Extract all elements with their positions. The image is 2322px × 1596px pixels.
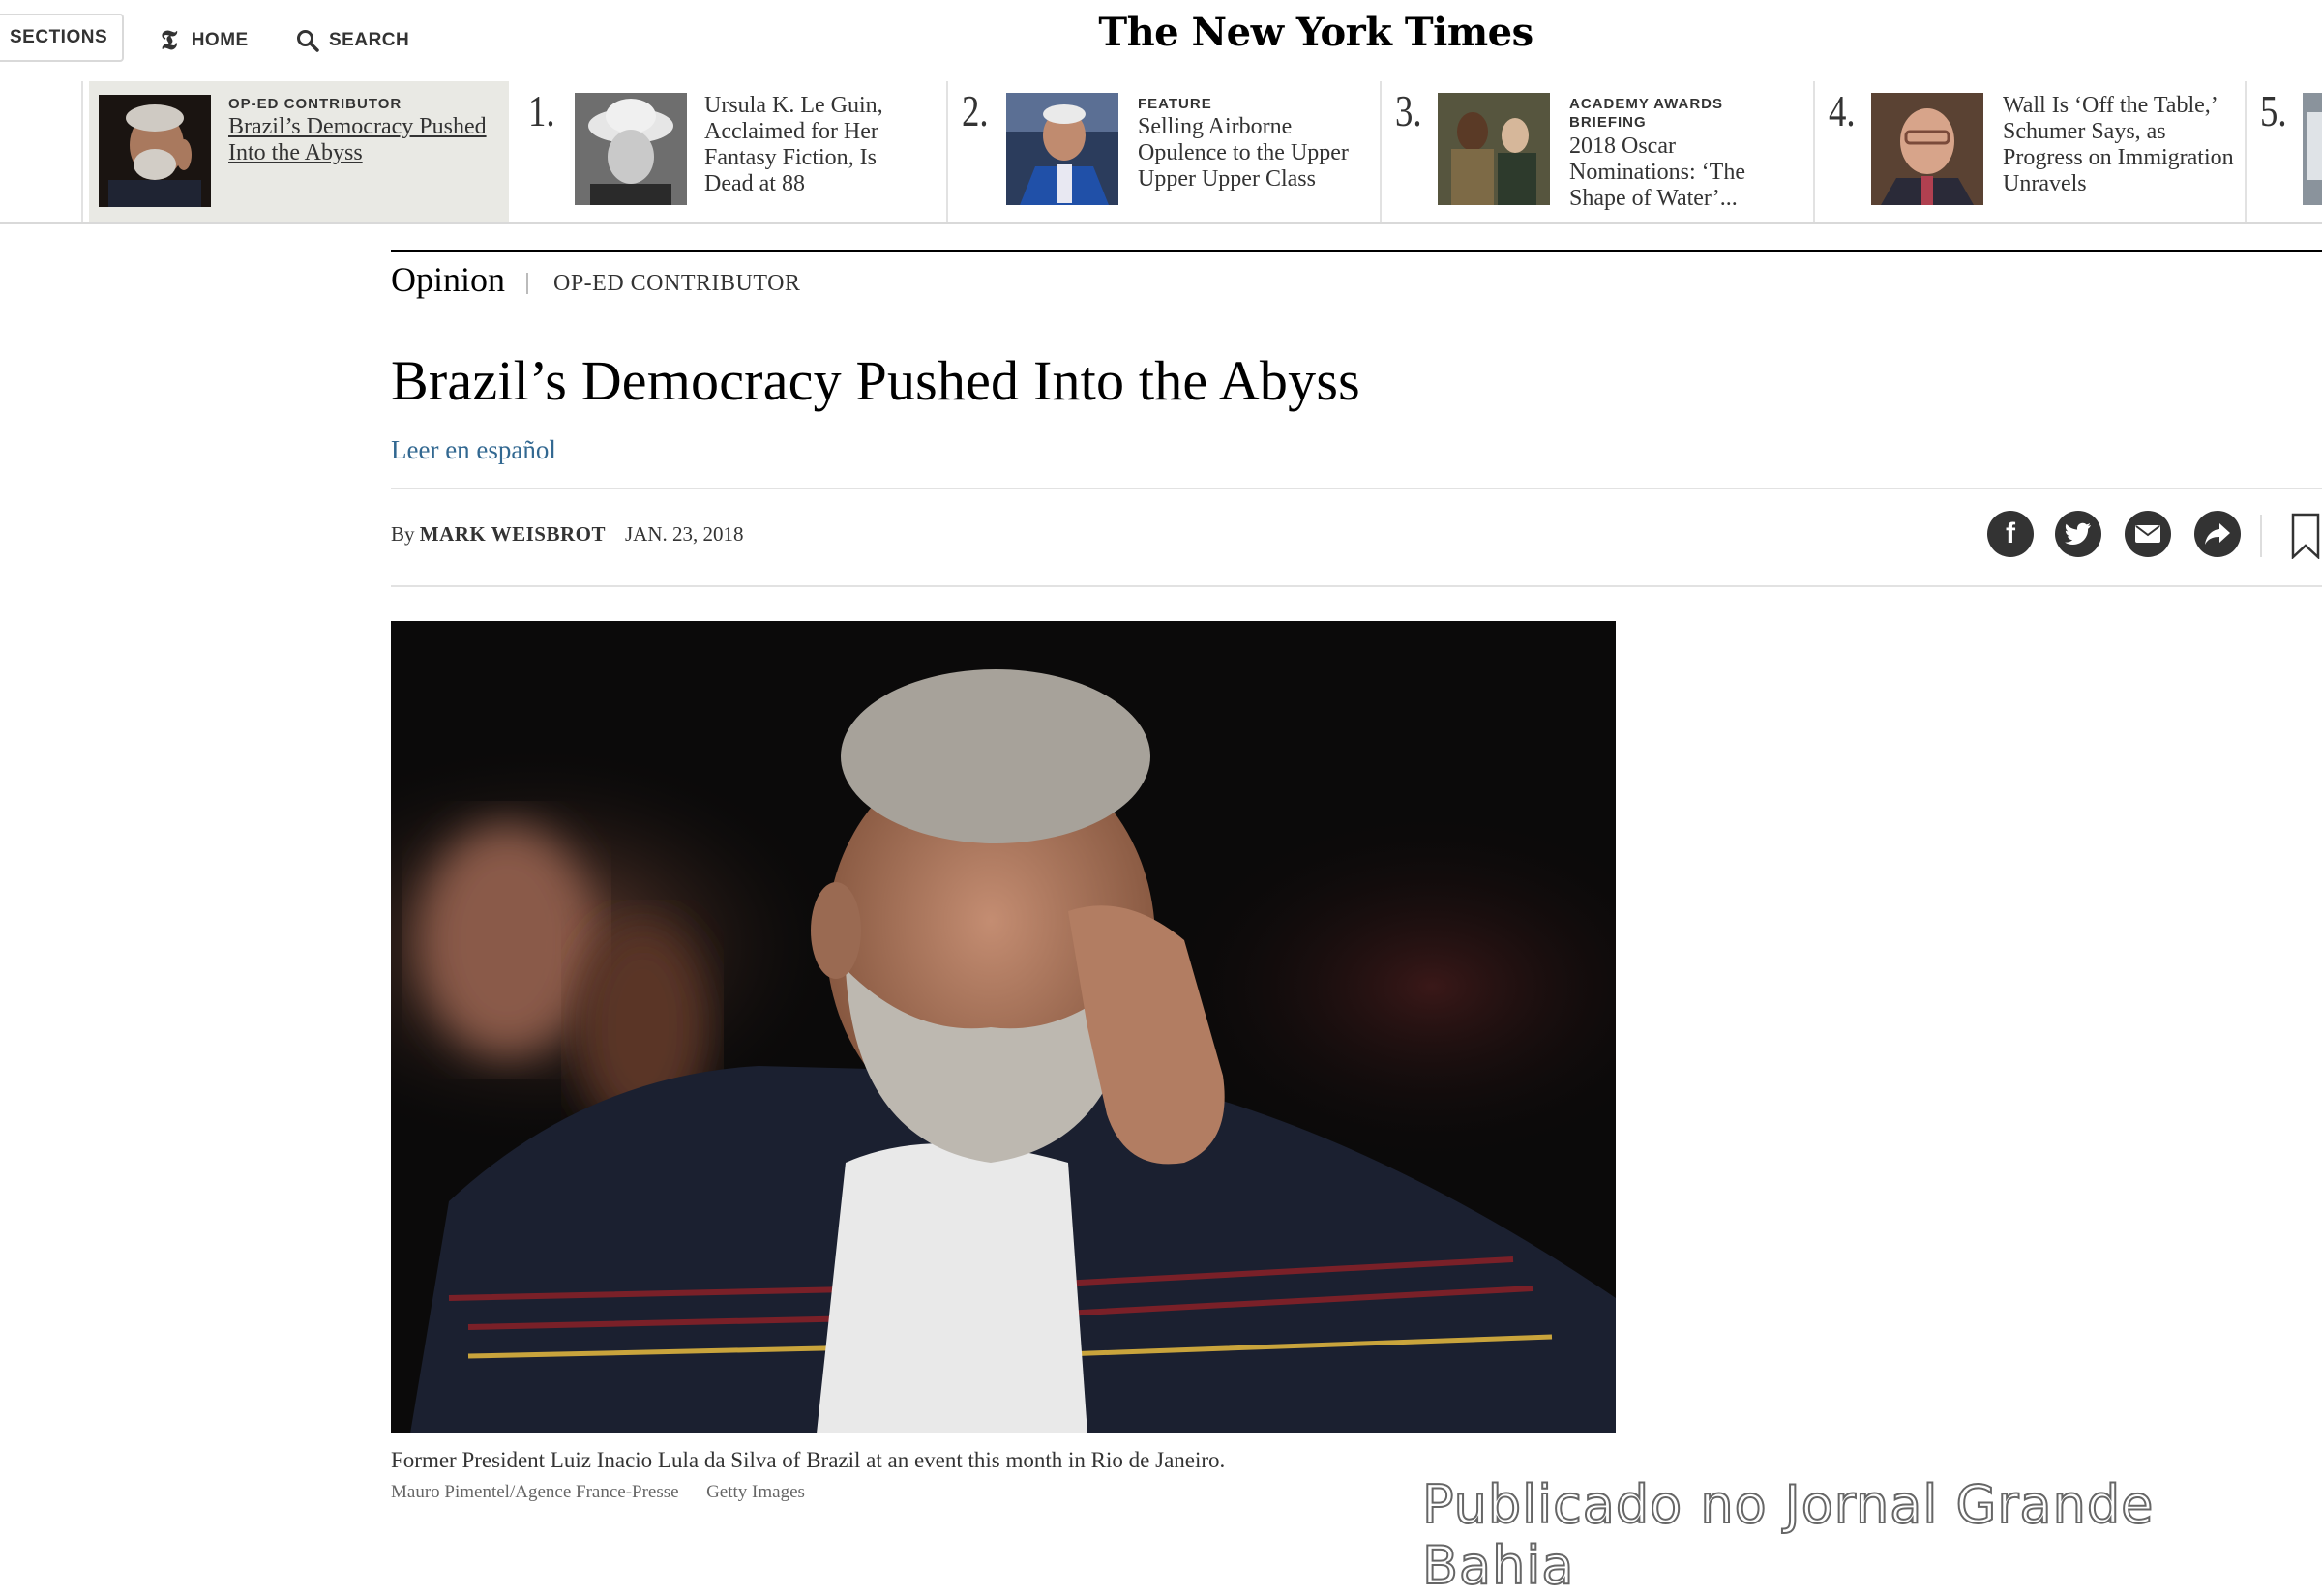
- ribbon-headline[interactable]: Wall Is ‘Off the Table,’ Schumer Says, a…: [2003, 93, 2235, 197]
- search-icon: [297, 30, 319, 52]
- ribbon-headline[interactable]: Selling Airborne Opulence to the Upper U…: [1138, 114, 1370, 192]
- ribbon-item-current[interactable]: OP-ED CONTRIBUTOR Brazil’s Democracy Pus…: [89, 81, 509, 222]
- ribbon-thumbnail: [2303, 93, 2322, 205]
- article-headline: Brazil’s Democracy Pushed Into the Abyss: [391, 349, 1360, 412]
- byline-prefix: By: [391, 522, 415, 546]
- search-button[interactable]: SEARCH: [296, 21, 409, 60]
- image-credit: Mauro Pimentel/Agence France-Presse — Ge…: [391, 1482, 805, 1502]
- publish-date: JAN. 23, 2018: [625, 522, 744, 546]
- ribbon-kicker: OP-ED CONTRIBUTOR: [228, 96, 402, 112]
- ribbon-thumbnail: [1438, 93, 1550, 205]
- ribbon-kicker: FEATURE: [1138, 96, 1212, 112]
- section-label[interactable]: Opinion: [391, 259, 505, 300]
- share-icon: [2205, 523, 2230, 545]
- facebook-icon: f: [2006, 517, 2015, 549]
- top-navigation-bar: SECTIONS 𝕿 HOME SEARCH The New York Time…: [0, 0, 2322, 83]
- header-rule: [391, 250, 2322, 252]
- divider: [391, 488, 2322, 489]
- section-divider: [526, 273, 528, 294]
- ribbon-kicker: ACADEMY AWARDS BRIEFING: [1569, 96, 1724, 131]
- ribbon-thumbnail: [575, 93, 687, 205]
- ribbon-thumbnail: [1871, 93, 1983, 205]
- nyt-t-icon: 𝕿: [161, 24, 178, 56]
- story-ribbon: OP-ED CONTRIBUTOR Brazil’s Democracy Pus…: [0, 81, 2322, 224]
- email-share-button[interactable]: [2125, 511, 2171, 557]
- home-label: HOME: [191, 30, 249, 50]
- divider: [391, 585, 2322, 587]
- ribbon-item-previous[interactable]: [0, 81, 83, 222]
- ribbon-thumbnail: [99, 95, 211, 207]
- ribbon-previous-fragment: [0, 120, 10, 149]
- ribbon-headline[interactable]: Ursula K. Le Guin, Acclaimed for Her Fan…: [704, 93, 927, 197]
- sections-button[interactable]: SECTIONS: [0, 14, 124, 62]
- share-divider: [2260, 515, 2262, 557]
- ribbon-headline[interactable]: Brazil’s Democracy Pushed Into the Abyss: [228, 114, 499, 166]
- ribbon-item-2[interactable]: 2. FEATURE Selling Airborne Opulence to …: [948, 81, 1382, 222]
- twitter-share-button[interactable]: [2055, 511, 2101, 557]
- ribbon-item-4[interactable]: 4. Wall Is ‘Off the Table,’ Schumer Says…: [1815, 81, 2247, 222]
- ribbon-item-5[interactable]: 5.: [2247, 81, 2322, 222]
- author-name[interactable]: MARK WEISBROT: [420, 522, 606, 546]
- article-kicker: OP-ED CONTRIBUTOR: [553, 271, 801, 296]
- facebook-share-button[interactable]: f: [1987, 511, 2034, 557]
- lead-image[interactable]: [391, 621, 1616, 1433]
- more-share-button[interactable]: [2194, 511, 2241, 557]
- ribbon-headline[interactable]: 2018 Oscar Nominations: ‘The Shape of Wa…: [1569, 133, 1788, 212]
- nyt-logo[interactable]: The New York Times: [968, 10, 1664, 55]
- ribbon-thumbnail: [1006, 93, 1118, 205]
- home-link[interactable]: 𝕿 HOME: [161, 21, 249, 60]
- image-caption: Former President Luiz Inacio Lula da Sil…: [391, 1448, 1226, 1472]
- bookmark-icon: [2291, 513, 2320, 560]
- ribbon-number: 4.: [1829, 86, 1856, 135]
- sections-label: SECTIONS: [10, 27, 108, 47]
- ribbon-item-3[interactable]: 3. ACADEMY AWARDS BRIEFING 2018 Oscar No…: [1382, 81, 1815, 222]
- byline: By MARK WEISBROT JAN. 23, 2018: [391, 522, 744, 547]
- ribbon-number: 2.: [962, 86, 989, 135]
- ribbon-number: 3.: [1395, 86, 1422, 135]
- bookmark-button[interactable]: [2291, 513, 2320, 564]
- search-label: SEARCH: [329, 30, 410, 50]
- twitter-icon: [2065, 522, 2091, 545]
- translation-link[interactable]: Leer en español: [391, 435, 556, 465]
- ribbon-item-1[interactable]: 1. Ursula K. Le Guin, Acclaimed for Her …: [517, 81, 948, 222]
- lead-photo-illustration: [391, 621, 1616, 1433]
- email-icon: [2135, 525, 2160, 543]
- ribbon-number: 5.: [2260, 86, 2287, 135]
- ribbon-number: 1.: [528, 86, 555, 135]
- publisher-watermark: Publicado no Jornal Grande Bahia: [1421, 1473, 2155, 1596]
